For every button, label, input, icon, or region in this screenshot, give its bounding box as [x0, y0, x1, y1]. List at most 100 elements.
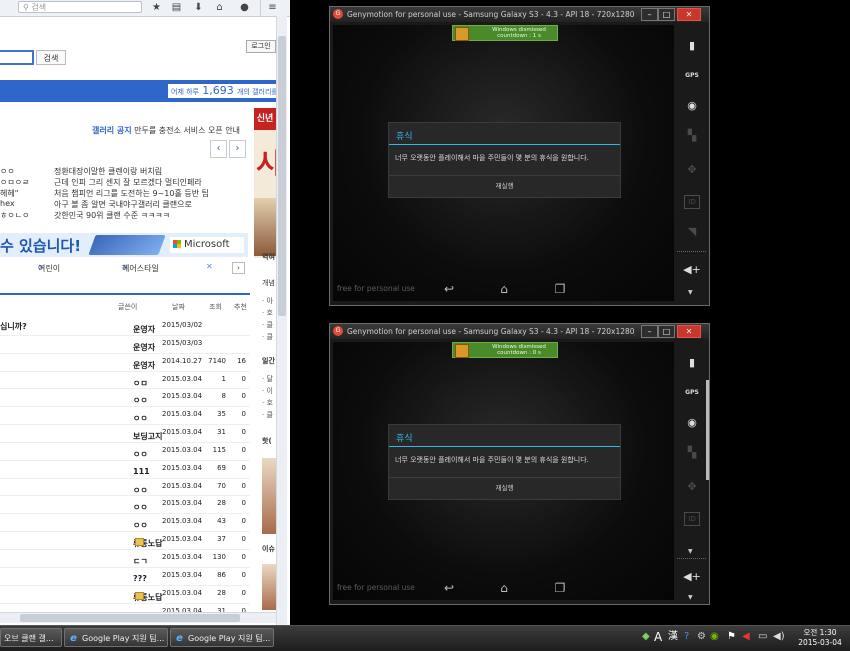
news-title[interactable]: 아구 볼 좀 알면 국내야구갤러리 클랜으로 [54, 199, 192, 210]
reload-button[interactable]: 재실행 [389, 178, 620, 194]
flag-icon[interactable]: ⚑ [727, 629, 736, 645]
maximize-button[interactable]: □ [658, 325, 675, 338]
minimize-button[interactable]: – [641, 325, 658, 338]
right-side-ad[interactable]: 신년 시 [254, 108, 276, 258]
android-screen[interactable]: Windows dismissed countdown : 0 s 휴식 너무 … [333, 342, 674, 600]
news-item[interactable]: 헤헤" 처음 챔피언 리그를 도전하는 9~10홀 등반 팁 [0, 188, 250, 199]
network-icon[interactable]: ▭ [758, 629, 767, 645]
table-row[interactable]: ㄷㄱ 2015.03.04 130 0 [0, 550, 250, 568]
window-titlebar[interactable]: G Genymotion for personal use - Samsung … [330, 324, 709, 339]
home-icon[interactable]: ⌂ [492, 579, 516, 597]
battery-icon[interactable]: ▮ [681, 354, 703, 372]
side-list-item[interactable]: · 아 [262, 296, 276, 308]
minimize-button[interactable]: – [641, 8, 658, 21]
bookmark-star-icon[interactable]: ★ [150, 1, 163, 14]
volume-up-icon[interactable]: ◀+ [681, 568, 703, 586]
post-title[interactable]: 십니까? [0, 321, 27, 332]
side-list-item[interactable]: · 클 [262, 410, 276, 422]
table-row[interactable]: 운영자 2015/03/03 [0, 336, 250, 354]
window-edge-scrollbar[interactable] [706, 380, 709, 480]
sidebar-scroll-down-icon[interactable]: ▼ [688, 594, 693, 601]
bookmarks-list-icon[interactable]: ▤ [170, 1, 183, 14]
system-clock[interactable]: 오전 1:30 2015-03-04 [794, 628, 846, 648]
nvidia-icon[interactable]: ◉ [710, 629, 719, 645]
table-row[interactable]: ㅇㅇ 2015.03.04 43 0 [0, 514, 250, 533]
login-button[interactable]: 로그인 [246, 40, 276, 53]
warning-icon[interactable]: ◀ [742, 629, 750, 645]
scrollbar-thumb[interactable] [20, 614, 240, 622]
news-title[interactable]: 근데 인피 그리 센지 잘 모르겠다 멀티인페라 [54, 177, 202, 188]
news-item[interactable]: ㅇㅁㅇㄹ 근데 인피 그리 센지 잘 모르겠다 멀티인페라 [0, 177, 250, 188]
table-row[interactable]: ㅇㅇ 2015.03.04 8 0 [0, 389, 250, 408]
ime-options-icon[interactable]: ⚙ [697, 629, 706, 645]
battery-icon[interactable]: ▮ [681, 37, 703, 55]
side-thumbnail[interactable] [262, 564, 276, 610]
table-row[interactable]: ㅇㅇ 2015.03.04 115 0 [0, 443, 250, 461]
volume-icon[interactable]: ◀) [773, 629, 785, 645]
horizontal-scrollbar[interactable] [0, 612, 276, 623]
volume-up-icon[interactable]: ◀+ [681, 261, 703, 279]
table-row[interactable]: 십니까? 운영자 2015/03/02 [0, 318, 250, 336]
maximize-button[interactable]: □ [658, 8, 675, 21]
close-button[interactable]: ✕ [677, 325, 701, 338]
gallery-notice[interactable]: 갤러리 공지 만두를 충전소 서비스 오픈 안내 [92, 125, 240, 136]
site-search-input[interactable] [0, 50, 34, 65]
ime-hanja[interactable]: 漢 [668, 629, 678, 645]
table-row[interactable]: 보딩고지 2015.03.04 31 0 [0, 425, 250, 443]
next-arrow-button[interactable]: › [229, 140, 246, 158]
reload-button[interactable]: 재실행 [389, 480, 620, 496]
table-row[interactable]: 운영자 2014.10.27 7140 16 [0, 354, 250, 372]
gps-icon[interactable]: GPS [681, 384, 703, 402]
table-row[interactable]: ㅇㅇ 2015.03.04 35 0 [0, 407, 250, 426]
ime-mode-a[interactable]: A [654, 629, 662, 645]
side-list-item[interactable]: · 클 [262, 320, 276, 332]
table-row[interactable]: ??? 2015.03.04 86 0 [0, 568, 250, 586]
back-icon[interactable]: ↩ [437, 579, 461, 597]
scrollbar-thumb[interactable] [278, 36, 286, 316]
gps-icon[interactable]: GPS [681, 67, 703, 85]
side-list-item[interactable]: · 호 [262, 398, 276, 410]
browser-search-input[interactable]: ⚲ 검색 [18, 1, 142, 13]
download-icon[interactable]: ⬇ [192, 1, 205, 14]
help-icon[interactable]: ? [684, 629, 689, 645]
table-row[interactable]: ㅇㅇ 2015.03.04 28 0 [0, 496, 250, 515]
table-row[interactable]: ㅇㅁ 2015.03.04 1 0 [0, 372, 250, 390]
camera-icon[interactable]: ◉ [681, 414, 703, 432]
table-row[interactable]: 류통노답 2015.03.04 28 0 [0, 586, 250, 604]
home-icon[interactable]: ⌂ [213, 1, 226, 14]
taskbar-task[interactable]: e Google Play 지원 팀... [64, 628, 168, 647]
microsoft-ad-banner[interactable]: 수 있습니다! Microsoft [0, 233, 248, 257]
taskbar-task[interactable]: 오브 클랜 갤... [0, 628, 62, 647]
ime-indicator-icon[interactable]: ◆ [642, 629, 650, 645]
close-button[interactable]: ✕ [677, 8, 701, 21]
android-screen[interactable]: Windows dismissed countdown : 1 s 휴식 너무 … [333, 25, 674, 301]
close-icon[interactable]: ✕ [206, 262, 213, 271]
news-item[interactable]: hex 아구 볼 좀 알면 국내야구갤러리 클랜으로 [0, 199, 250, 210]
table-row[interactable]: 류통노답 2015.03.04 37 0 [0, 532, 250, 550]
recent-apps-icon[interactable]: ❐ [548, 579, 572, 597]
sidebar-scroll-down-icon[interactable]: ▼ [688, 289, 693, 296]
prev-arrow-button[interactable]: ‹ [210, 140, 227, 158]
taskbar-task[interactable]: e Google Play 지원 팀... [170, 628, 274, 647]
chat-icon[interactable]: ● [238, 1, 251, 14]
camera-icon[interactable]: ◉ [681, 97, 703, 115]
table-row[interactable]: ㅇㅇ 2015.03.04 70 0 [0, 479, 250, 497]
recent-apps-icon[interactable]: ❐ [548, 280, 572, 298]
side-list-item[interactable]: · 클 [262, 332, 276, 344]
side-list-item[interactable]: · 이 [262, 386, 276, 398]
back-icon[interactable]: ↩ [437, 280, 461, 298]
site-search-button[interactable]: 검색 [36, 50, 66, 65]
tag-more-button[interactable]: › [232, 262, 245, 274]
news-title[interactable]: 갓한민국 90위 클랜 수준 ㅋㅋㅋㅋ [54, 210, 170, 221]
news-item[interactable]: ㅇㅇ 정환대장이말한 클렌이랑 버치림 [0, 166, 250, 177]
table-row[interactable]: 111 2015.03.04 69 0 [0, 461, 250, 479]
news-title[interactable]: 정환대장이말한 클렌이랑 버치림 [54, 166, 162, 177]
news-title[interactable]: 처음 챔피언 리그를 도전하는 9~10홀 등반 팁 [54, 188, 209, 199]
side-list-item[interactable]: · 달 [262, 374, 276, 386]
side-thumbnail[interactable] [262, 458, 276, 534]
news-item[interactable]: ㅎㅇㄴㅇ 갓한민국 90위 클랜 수준 ㅋㅋㅋㅋ [0, 210, 250, 221]
window-titlebar[interactable]: G Genymotion for personal use - Samsung … [330, 7, 709, 22]
vertical-scrollbar[interactable] [276, 16, 287, 625]
sidebar-scroll-down-icon[interactable]: ▼ [688, 548, 693, 555]
home-icon[interactable]: ⌂ [492, 280, 516, 298]
